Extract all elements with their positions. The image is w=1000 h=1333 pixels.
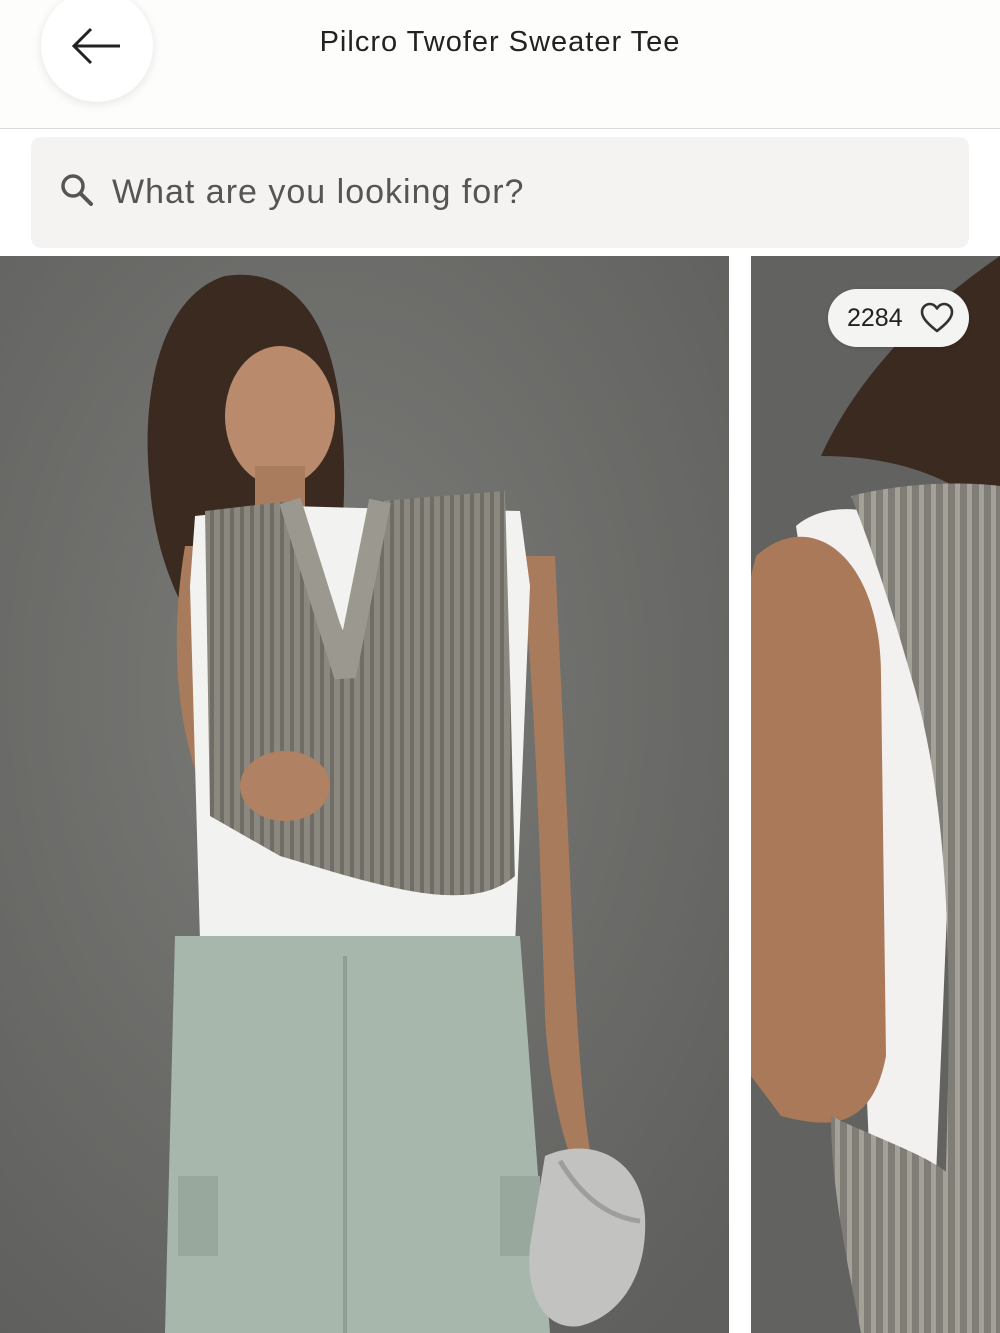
product-image-gallery[interactable]: [0, 256, 1000, 1333]
search-icon: [61, 174, 93, 206]
model-front-photo[interactable]: [0, 256, 729, 1333]
search-input[interactable]: [112, 167, 932, 217]
page-title: Pilcro Twofer Sweater Tee: [319, 26, 681, 58]
search-bar: [0, 129, 1000, 256]
search-field[interactable]: [31, 137, 969, 248]
vest-detail-photo[interactable]: [751, 256, 1000, 1333]
likes-count: 2284: [847, 304, 903, 332]
heart-icon: [920, 302, 954, 333]
top-bar: Pilcro Twofer Sweater Tee: [0, 0, 1000, 129]
likes-button[interactable]: 2284: [828, 289, 969, 347]
